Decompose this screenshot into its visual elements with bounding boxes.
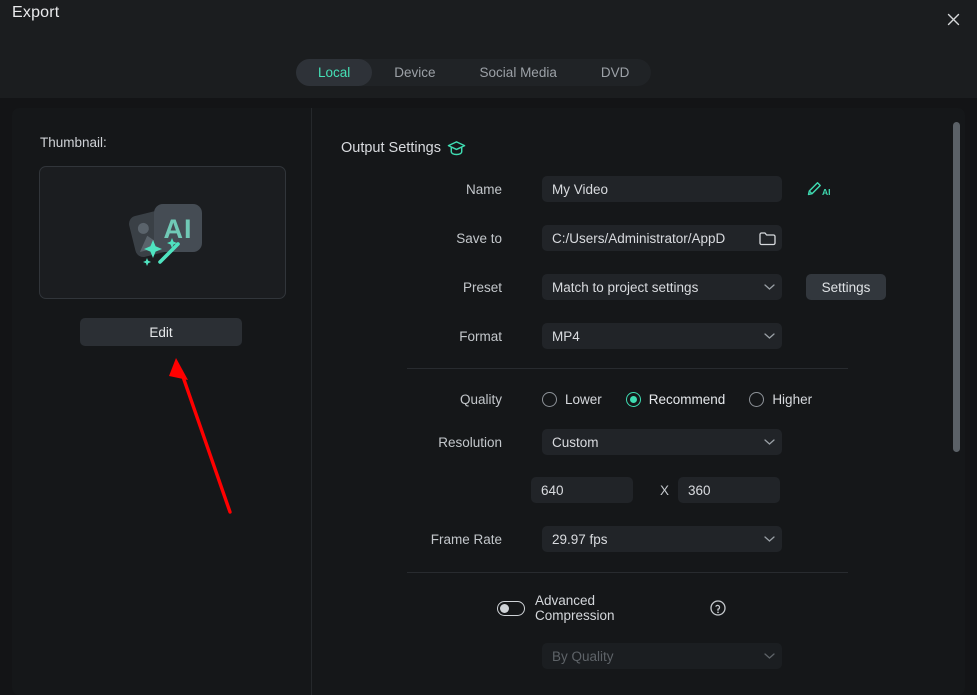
quality-option-recommend[interactable]: Recommend: [625, 391, 726, 407]
settings-divider-top: [407, 368, 848, 369]
compression-mode-select[interactable]: By Quality: [542, 643, 782, 669]
quality-option-recommend-label: Recommend: [648, 391, 726, 407]
title-bar: Export: [0, 0, 977, 46]
toggle-knob: [500, 603, 509, 613]
quality-option-lower-label: Lower: [565, 391, 602, 407]
settings-divider-bottom: [407, 572, 848, 573]
quality-radio-group: Lower Recommend Higher: [542, 391, 836, 407]
ai-pen-icon: AI: [807, 182, 831, 197]
preset-label: Preset: [462, 279, 502, 295]
frame-rate-select[interactable]: 29.97 fps: [542, 526, 782, 552]
quality-label: Quality: [459, 391, 502, 407]
output-settings-title: Output Settings: [341, 140, 441, 156]
settings-scrollbar-thumb[interactable]: [953, 122, 960, 452]
thumbnail-preview[interactable]: AI: [39, 166, 286, 299]
name-label: Name: [465, 181, 502, 197]
export-content-panel: Thumbnail: AI Edit Output Settings Name …: [12, 108, 965, 695]
name-input[interactable]: My Video: [542, 176, 782, 202]
tab-device[interactable]: Device: [372, 59, 457, 86]
svg-text:AI: AI: [163, 214, 192, 244]
close-icon: [947, 13, 959, 25]
frame-rate-label: Frame Rate: [430, 531, 502, 547]
quality-option-higher-label: Higher: [772, 391, 813, 407]
thumbnail-label: Thumbnail:: [40, 135, 107, 150]
tab-local[interactable]: Local: [296, 59, 373, 86]
resolution-height-input[interactable]: 360: [678, 477, 780, 503]
tab-bar: Local Device Social Media DVD: [0, 46, 977, 98]
advanced-compression-toggle[interactable]: [497, 600, 525, 616]
tab-group: Local Device Social Media DVD: [296, 59, 652, 86]
resolution-select[interactable]: Custom: [542, 429, 782, 455]
preset-settings-button[interactable]: Settings: [806, 274, 886, 300]
quality-option-lower[interactable]: Lower: [542, 391, 602, 407]
graduation-cap-icon[interactable]: [447, 139, 466, 158]
radio-icon: [542, 391, 557, 407]
preset-select[interactable]: Match to project settings: [542, 274, 782, 300]
folder-icon: [758, 231, 776, 245]
resolution-width-input[interactable]: 640: [531, 477, 633, 503]
ai-image-placeholder-icon: AI: [128, 203, 202, 266]
help-circle-icon[interactable]: [710, 600, 726, 616]
save-to-input[interactable]: C:/Users/Administrator/AppD: [542, 225, 782, 251]
quality-option-higher[interactable]: Higher: [749, 391, 813, 407]
advanced-compression-label: Advanced Compression: [535, 593, 615, 623]
page-title: Export: [12, 4, 60, 21]
ai-pen-icon-label: AI: [822, 187, 831, 197]
radio-icon-selected: [625, 391, 641, 407]
radio-icon: [749, 391, 765, 407]
resolution-separator: X: [660, 482, 670, 498]
output-settings-section: Output Settings Name My Video AI Save to…: [312, 108, 965, 695]
tab-dvd[interactable]: DVD: [579, 59, 652, 86]
browse-folder-button[interactable]: [755, 225, 779, 251]
tab-social-media[interactable]: Social Media: [458, 59, 579, 86]
edit-thumbnail-button[interactable]: Edit: [80, 318, 242, 346]
resolution-label: Resolution: [438, 434, 502, 450]
close-button[interactable]: [937, 4, 969, 34]
ai-rename-button[interactable]: AI: [804, 176, 834, 202]
save-to-label: Save to: [456, 230, 502, 246]
format-label: Format: [459, 328, 502, 344]
settings-scrollbar-track[interactable]: [952, 114, 961, 689]
format-select[interactable]: MP4: [542, 323, 782, 349]
